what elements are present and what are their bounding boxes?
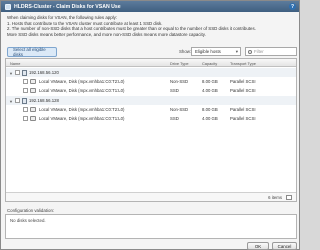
disk-checkbox[interactable] <box>23 79 28 84</box>
disk-transport-type: Parallel SCSI <box>230 107 256 112</box>
dialog-title: HLDRS-Cluster - Claim Disks for VSAN Use <box>14 3 121 10</box>
disk-transport-type: Parallel SCSI <box>230 88 256 93</box>
host-row[interactable]: ▼ 192.168.56.128 <box>6 96 296 105</box>
search-icon <box>248 49 252 54</box>
disk-row[interactable]: Local VMware, Disk (mpx.vmhba1:C0:T1:L0)… <box>6 86 296 95</box>
items-count: 6 items <box>268 195 282 200</box>
host-icon <box>22 97 27 104</box>
disk-checkbox[interactable] <box>23 116 28 121</box>
disk-capacity: 4.00 GB <box>202 116 218 121</box>
disk-name: Local VMware, Disk (mpx.vmhba1:C0:T1:L0) <box>39 88 125 93</box>
disk-icon <box>30 88 36 93</box>
disk-row[interactable]: Local VMware, Disk (mpx.vmhba1:C0:T2:L0)… <box>6 105 296 114</box>
column-header-name[interactable]: Name <box>10 61 20 66</box>
disk-name: Local VMware, Disk (mpx.vmhba1:C0:T2:L0) <box>39 107 125 112</box>
disk-capacity: 8.00 GB <box>202 79 218 84</box>
disk-transport-type: Parallel SCSI <box>230 116 256 121</box>
validation-message: No disks selected. <box>10 218 46 223</box>
host-name: 192.168.56.120 <box>29 70 59 75</box>
disk-capacity: 8.00 GB <box>202 107 218 112</box>
column-header-transport-type[interactable]: Transport Type <box>230 61 256 66</box>
disk-icon <box>30 107 36 112</box>
host-checkbox[interactable] <box>15 70 20 75</box>
rules-line: More SSD disks means better performance,… <box>7 31 206 37</box>
disk-checkbox[interactable] <box>23 107 28 112</box>
disk-transport-type: Parallel SCSI <box>230 79 256 84</box>
validation-panel: No disks selected. <box>5 214 297 239</box>
filter-input[interactable]: Filter <box>245 47 297 56</box>
disk-row[interactable]: Local VMware, Disk (mpx.vmhba1:C0:T2:L0)… <box>6 77 296 86</box>
title-bar: HLDRS-Cluster - Claim Disks for VSAN Use… <box>1 1 299 12</box>
host-icon <box>22 69 27 76</box>
filter-placeholder: Filter <box>254 49 264 54</box>
host-name: 192.168.56.128 <box>29 98 59 103</box>
show-filter-select[interactable]: Eligible hosts ▾ <box>191 47 241 56</box>
host-row[interactable]: ▼ 192.168.56.120 <box>6 68 296 77</box>
cancel-button[interactable]: Cancel <box>272 242 297 250</box>
vsan-cluster-icon <box>5 3 11 10</box>
show-label: Show: <box>179 49 192 54</box>
disk-row[interactable]: Local VMware, Disk (mpx.vmhba1:C0:T1:L0)… <box>6 114 296 123</box>
disk-drive-type: Non-SSD <box>170 79 189 84</box>
show-select-value: Eligible hosts <box>195 49 221 54</box>
grid-footer: 6 items <box>6 192 296 201</box>
export-icon[interactable] <box>286 195 292 200</box>
disk-grid: Name Drive Type Capacity Transport Type … <box>5 58 297 202</box>
disk-name: Local VMware, Disk (mpx.vmhba1:C0:T2:L0) <box>39 79 125 84</box>
claim-disks-dialog: HLDRS-Cluster - Claim Disks for VSAN Use… <box>0 0 300 250</box>
disk-icon <box>30 79 36 84</box>
disk-checkbox[interactable] <box>23 88 28 93</box>
collapse-triangle-icon[interactable]: ▼ <box>9 71 13 76</box>
rules-line: 2. The number of non-SSD disks that a ho… <box>7 26 256 32</box>
help-icon[interactable]: ? <box>289 3 296 10</box>
disk-capacity: 4.00 GB <box>202 88 218 93</box>
host-checkbox[interactable] <box>15 98 20 103</box>
collapse-triangle-icon[interactable]: ▼ <box>9 99 13 104</box>
chevron-down-icon: ▾ <box>235 49 238 54</box>
disk-drive-type: SSD <box>170 116 179 121</box>
select-all-eligible-disks-button[interactable]: Select all eligible disks <box>7 47 57 57</box>
grid-header: Name Drive Type Capacity Transport Type <box>6 59 296 67</box>
validation-label: Configuration validation: <box>7 208 55 213</box>
grid-toolbar: Select all eligible disks Show: Eligible… <box>5 46 297 58</box>
rules-text: When claiming disks for VSAN, the follow… <box>7 15 295 37</box>
disk-icon <box>30 116 36 121</box>
disk-name: Local VMware, Disk (mpx.vmhba1:C0:T1:L0) <box>39 116 125 121</box>
disk-drive-type: Non-SSD <box>170 107 189 112</box>
ok-button[interactable]: OK <box>247 242 269 250</box>
disk-drive-type: SSD <box>170 88 179 93</box>
column-header-drive-type[interactable]: Drive Type <box>170 61 189 66</box>
column-header-capacity[interactable]: Capacity <box>202 61 217 66</box>
